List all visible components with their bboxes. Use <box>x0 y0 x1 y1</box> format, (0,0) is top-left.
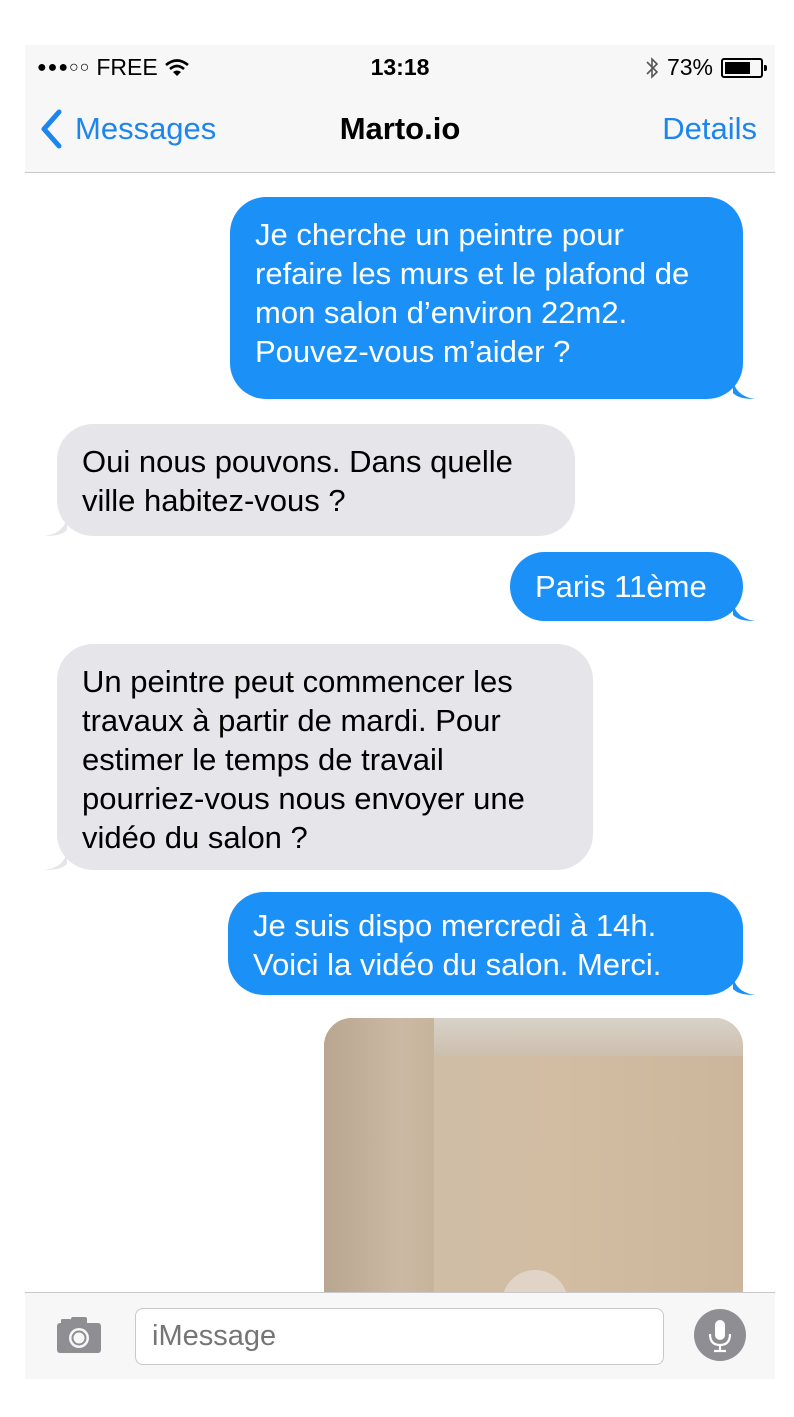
details-button[interactable]: Details <box>662 111 757 147</box>
video-attachment[interactable] <box>324 1018 743 1318</box>
bubble-tail <box>733 973 755 995</box>
status-right: 73% <box>645 54 767 81</box>
bubble-tail <box>45 514 67 536</box>
message-line: Voici la vidéo du salon. Merci. <box>253 947 662 982</box>
bluetooth-icon <box>646 56 659 79</box>
incoming-message-bubble[interactable]: Un peintre peut commencer les travaux à … <box>57 644 593 870</box>
message-line: Pouvez-vous m’aider ? <box>255 334 571 369</box>
navigation-bar: Messages Marto.io Details <box>25 87 775 173</box>
message-line: Paris 11ème <box>535 569 707 604</box>
imessage-screen: ●●●○○ FREE 13:18 73% Messages Marto.io D… <box>25 45 775 1379</box>
incoming-message-bubble[interactable]: Oui nous pouvons. Dans quelle ville habi… <box>57 424 575 536</box>
message-input[interactable] <box>135 1308 664 1365</box>
message-line: Je cherche un peintre pour <box>255 217 624 252</box>
bubble-tail <box>733 377 755 399</box>
message-line: Un peintre peut commencer les <box>82 664 513 699</box>
video-thumbnail-wall <box>324 1018 434 1318</box>
microphone-button[interactable] <box>694 1309 746 1361</box>
message-line: Je suis dispo mercredi à 14h. <box>253 908 657 943</box>
battery-level <box>725 61 750 74</box>
message-line: pourriez-vous nous envoyer une <box>82 781 525 816</box>
message-line: vidéo du salon ? <box>82 820 308 855</box>
battery-tip <box>764 64 767 71</box>
message-line: refaire les murs et le plafond de <box>255 256 690 291</box>
outgoing-message-bubble[interactable]: Paris 11ème <box>510 552 743 621</box>
outgoing-message-bubble[interactable]: Je suis dispo mercredi à 14h. Voici la v… <box>228 892 743 995</box>
message-line: Oui nous pouvons. Dans quelle <box>82 444 513 479</box>
message-line: ville habitez-vous ? <box>82 483 346 518</box>
battery-icon <box>721 57 767 78</box>
camera-icon[interactable] <box>55 1315 103 1355</box>
message-line: estimer le temps de travail <box>82 742 444 777</box>
status-bar: ●●●○○ FREE 13:18 73% <box>25 45 775 87</box>
microphone-icon <box>708 1320 732 1353</box>
message-line: travaux à partir de mardi. Pour <box>82 703 501 738</box>
message-line: mon salon d’environ 22m2. <box>255 295 628 330</box>
input-bar <box>25 1292 775 1379</box>
bubble-tail <box>45 848 67 870</box>
bubble-tail <box>733 599 755 621</box>
battery-percent: 73% <box>666 54 713 80</box>
message-thread[interactable]: Je cherche un peintre pour refaire les m… <box>25 173 775 1318</box>
video-thumbnail-ceiling <box>434 1018 743 1056</box>
outgoing-message-bubble[interactable]: Je cherche un peintre pour refaire les m… <box>230 197 743 399</box>
